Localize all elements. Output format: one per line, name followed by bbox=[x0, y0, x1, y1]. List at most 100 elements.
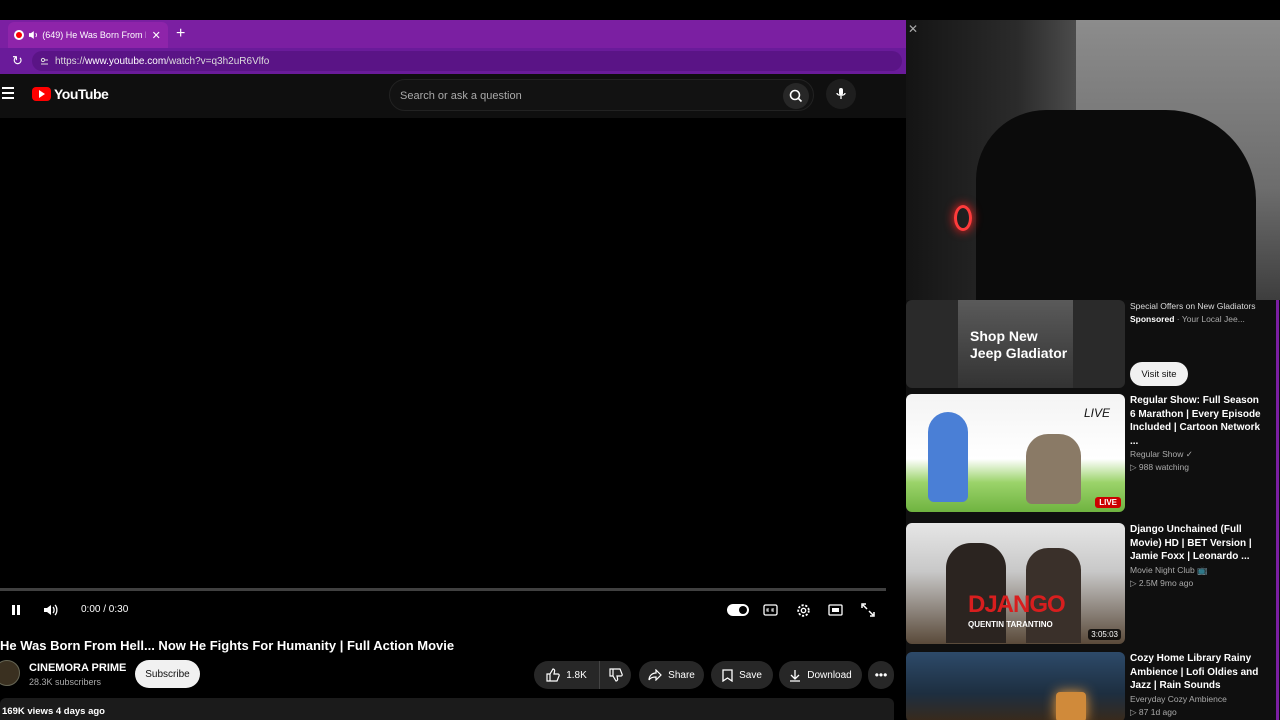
recommendations-sidebar: Shop New Jeep Gladiator Special Offers o… bbox=[906, 300, 1280, 720]
video-player[interactable]: 0:00 / 0:30 bbox=[0, 122, 895, 628]
more-dots-icon: ••• bbox=[874, 668, 888, 682]
gear-icon bbox=[796, 603, 810, 617]
close-icon[interactable]: ✕ bbox=[908, 22, 918, 36]
progress-bar[interactable] bbox=[0, 588, 886, 591]
video-title: He Was Born From Hell... Now He Fights F… bbox=[0, 638, 455, 653]
like-dislike-group: 1.8K bbox=[534, 661, 631, 689]
download-icon bbox=[790, 669, 801, 682]
voice-search-button[interactable] bbox=[826, 79, 856, 109]
youtube-header: YouTube bbox=[0, 74, 906, 118]
like-count: 1.8K bbox=[566, 669, 587, 681]
share-icon bbox=[648, 669, 663, 681]
new-tab-icon[interactable]: + bbox=[176, 26, 185, 42]
views-and-date: 169K views 4 days ago bbox=[2, 706, 105, 717]
time-display: 0:00 / 0:30 bbox=[81, 604, 129, 615]
autoplay-toggle[interactable] bbox=[727, 604, 749, 616]
fullscreen-button[interactable] bbox=[858, 600, 878, 620]
rec-meta-1: ▷ 988 watching bbox=[1130, 462, 1189, 472]
speaker-icon[interactable] bbox=[28, 30, 39, 40]
close-tab-icon[interactable]: ✕ bbox=[150, 29, 162, 42]
search-box bbox=[389, 79, 814, 111]
rec-info-2: Django Unchained (Full Movie) HD | BET V… bbox=[1130, 523, 1265, 590]
rec-channel-3[interactable]: Everyday Cozy Ambience bbox=[1130, 693, 1265, 706]
webcam-figure bbox=[976, 110, 1256, 300]
ad-sponsor-line: Sponsored · Your Local Jee... bbox=[1130, 314, 1245, 324]
hamburger-menu-icon[interactable] bbox=[2, 87, 14, 99]
youtube-favicon-icon bbox=[14, 30, 24, 40]
rec-channel-2[interactable]: Movie Night Club 📺 bbox=[1130, 564, 1265, 577]
pause-button[interactable] bbox=[6, 600, 26, 620]
live-badge: LIVE bbox=[1095, 497, 1121, 508]
player-controls: 0:00 / 0:30 bbox=[0, 596, 895, 624]
save-label: Save bbox=[739, 669, 762, 681]
pause-icon bbox=[12, 605, 20, 615]
django-logo-text: DJANGO bbox=[968, 591, 1066, 618]
theater-mode-button[interactable] bbox=[825, 600, 845, 620]
youtube-logo-text: YouTube bbox=[54, 86, 109, 102]
closed-captions-icon bbox=[762, 604, 778, 616]
rec-thumbnail-django[interactable]: DJANGO QUENTIN TARANTINO 3:05:03 bbox=[906, 523, 1125, 644]
webcam-red-light bbox=[954, 205, 972, 231]
django-director-text: QUENTIN TARANTINO bbox=[968, 620, 1053, 629]
channel-name[interactable]: CINEMORA PRIME bbox=[29, 662, 126, 674]
description-box[interactable] bbox=[0, 698, 894, 720]
rec-title-1[interactable]: Regular Show: Full Season 6 Marathon | E… bbox=[1130, 394, 1265, 448]
microphone-icon bbox=[836, 88, 846, 99]
rec-meta-3: ▷ 87 1d ago bbox=[1130, 706, 1177, 717]
share-label: Share bbox=[668, 669, 695, 681]
bookmark-icon bbox=[722, 668, 733, 682]
volume-icon bbox=[44, 604, 58, 616]
live-scribble: LIVE bbox=[1084, 406, 1111, 420]
site-info-icon[interactable] bbox=[40, 57, 49, 66]
rec-thumbnail-cozy-library[interactable] bbox=[906, 652, 1125, 720]
rec-channel-1[interactable]: Regular Show ✓ bbox=[1130, 448, 1265, 461]
fireplace-glow bbox=[1056, 692, 1086, 720]
rec-meta-2: ▷ 2.5M 9mo ago bbox=[1130, 577, 1194, 588]
thumbs-up-icon bbox=[546, 668, 560, 682]
thumbs-down-icon bbox=[608, 668, 623, 682]
more-actions-button[interactable]: ••• bbox=[868, 661, 894, 689]
tab-strip: (649) He Was Born From Hell... ✕ + bbox=[0, 20, 906, 48]
channel-avatar[interactable] bbox=[0, 660, 20, 686]
address-bar[interactable]: https://www.youtube.com/watch?v=q3h2uR6V… bbox=[32, 51, 902, 71]
fullscreen-icon bbox=[861, 603, 875, 617]
rec-title-2[interactable]: Django Unchained (Full Movie) HD | BET V… bbox=[1130, 523, 1265, 564]
ad-info: Special Offers on New Gladiators Sponsor… bbox=[1130, 300, 1265, 326]
webcam-overlay: ✕ bbox=[906, 20, 1280, 300]
browser-chrome: (649) He Was Born From Hell... ✕ + ↻ htt… bbox=[0, 20, 906, 74]
window-edge bbox=[1276, 300, 1279, 720]
tab-title: (649) He Was Born From Hell... bbox=[42, 30, 146, 40]
screen-top-bar bbox=[0, 0, 1280, 20]
search-button[interactable] bbox=[783, 83, 809, 109]
subscribe-button[interactable]: Subscribe bbox=[135, 660, 200, 688]
theater-icon bbox=[827, 604, 843, 616]
subscriber-count: 28.3K subscribers bbox=[29, 677, 102, 687]
settings-button[interactable] bbox=[793, 600, 813, 620]
rec-thumbnail-regular-show[interactable]: LIVE LIVE bbox=[906, 394, 1125, 512]
ad-thumbnail[interactable]: Shop New Jeep Gladiator bbox=[906, 300, 1125, 388]
rec-info-1: Regular Show: Full Season 6 Marathon | E… bbox=[1130, 394, 1265, 474]
dislike-button[interactable] bbox=[600, 661, 631, 689]
download-button[interactable]: Download bbox=[779, 661, 862, 689]
volume-button[interactable] bbox=[41, 600, 61, 620]
download-label: Download bbox=[807, 669, 852, 681]
search-input[interactable] bbox=[400, 87, 770, 105]
youtube-play-icon bbox=[32, 87, 51, 101]
mordecai-figure bbox=[928, 412, 968, 502]
save-button[interactable]: Save bbox=[711, 661, 773, 689]
duration-badge: 3:05:03 bbox=[1088, 629, 1121, 640]
ad-title[interactable]: Special Offers on New Gladiators bbox=[1130, 300, 1265, 312]
search-icon bbox=[789, 89, 803, 103]
rec-info-3: Cozy Home Library Rainy Ambience | Lofi … bbox=[1130, 652, 1265, 719]
share-button[interactable]: Share bbox=[639, 661, 704, 689]
reload-icon[interactable]: ↻ bbox=[12, 53, 23, 69]
rigby-figure bbox=[1026, 434, 1081, 504]
url-text: https://www.youtube.com/watch?v=q3h2uR6V… bbox=[55, 55, 270, 67]
youtube-logo[interactable]: YouTube bbox=[32, 86, 109, 102]
ad-thumbnail-text: Shop New Jeep Gladiator bbox=[970, 328, 1068, 361]
rec-title-3[interactable]: Cozy Home Library Rainy Ambience | Lofi … bbox=[1130, 652, 1265, 693]
subtitles-button[interactable] bbox=[760, 600, 780, 620]
like-button[interactable]: 1.8K bbox=[534, 661, 600, 689]
visit-site-button[interactable]: Visit site bbox=[1130, 362, 1188, 386]
browser-tab[interactable]: (649) He Was Born From Hell... ✕ bbox=[8, 22, 168, 48]
